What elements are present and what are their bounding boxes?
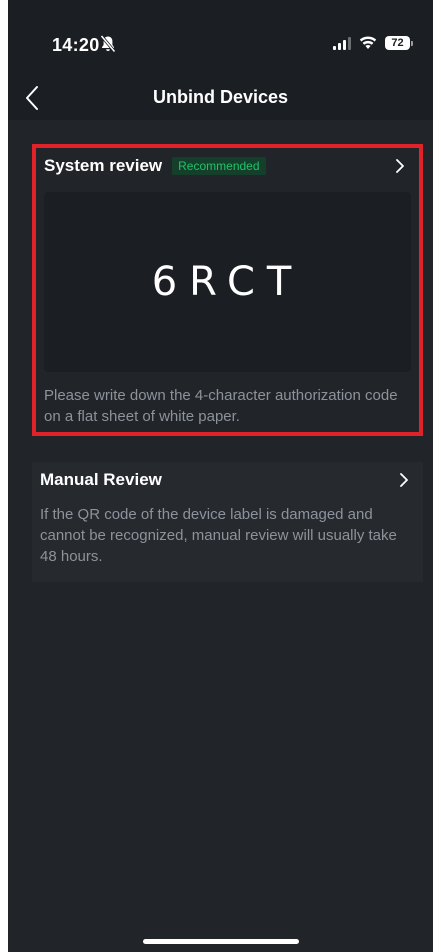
manual-review-description: If the QR code of the device label is da… [40,506,397,565]
system-review-card[interactable]: System review Recommended 6RCT Please wr… [32,144,423,436]
system-review-header[interactable]: System review Recommended [44,152,411,180]
authorization-code-box: 6RCT [44,192,411,372]
home-indicator[interactable] [142,939,299,944]
status-time: 14:20 [52,35,100,55]
status-bar: 14:20 72 [8,0,433,70]
battery-level: 72 [385,36,410,50]
header: 14:20 72 Unbind Devices [8,0,433,120]
system-review-description: Please write down the 4-character author… [44,387,398,425]
manual-review-header[interactable]: Manual Review [40,466,415,494]
status-icons: 72 [333,36,413,50]
manual-review-card[interactable]: Manual Review If the QR code of the devi… [32,462,423,582]
phone-screen: 14:20 72 Unbind Devices System review Re… [8,0,433,952]
authorization-code: 6RCT [151,259,304,305]
system-review-title: System review [44,156,163,175]
page-title: Unbind Devices [152,87,289,107]
recommended-badge: Recommended [172,157,266,175]
wifi-icon [359,36,377,49]
nav-bar: Unbind Devices [8,78,433,118]
cellular-signal-icon [333,36,351,50]
chevron-right-icon[interactable] [399,473,409,487]
chevron-right-icon[interactable] [395,159,405,173]
manual-review-title: Manual Review [40,470,162,489]
battery-icon: 72 [385,36,413,50]
bell-slash-icon [100,35,116,53]
